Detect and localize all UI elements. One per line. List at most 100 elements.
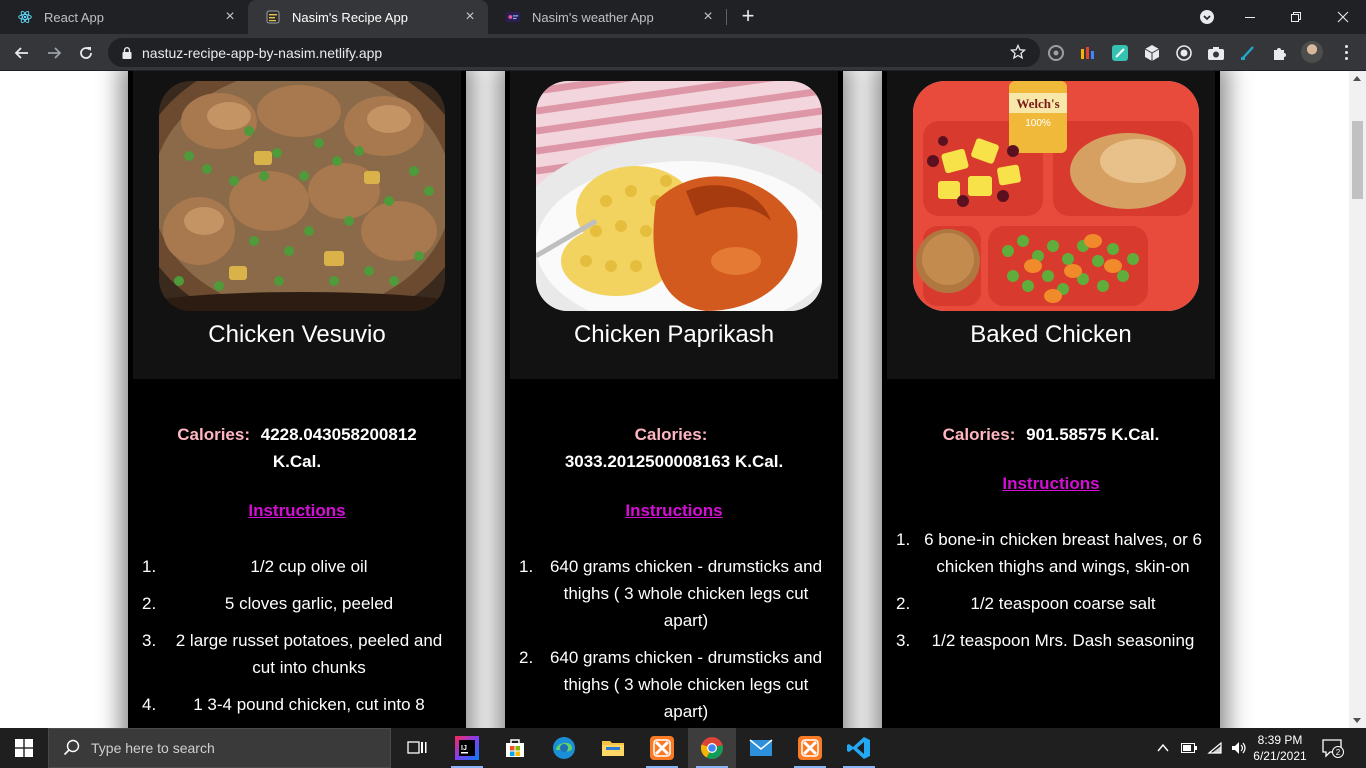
- recipe-card: Chicken Vesuvio Calories: 4228.043058200…: [128, 71, 466, 728]
- camera-icon[interactable]: [1207, 44, 1225, 62]
- xampp-icon: [798, 736, 822, 760]
- close-tab-icon[interactable]: ×: [222, 9, 238, 25]
- intellij-app[interactable]: IJ: [443, 728, 491, 768]
- taskbar-search-input[interactable]: Type here to search: [48, 728, 391, 768]
- search-placeholder: Type here to search: [91, 740, 215, 756]
- recipe-card: Chicken Paprikash Calories: 3033.2012500…: [505, 71, 843, 728]
- list-item: 2. 640 grams chicken - drumsticks and thi…: [519, 648, 823, 721]
- minimize-icon: [1245, 17, 1255, 18]
- calories-label: Calories:: [177, 425, 250, 444]
- ingredients-list: 1. 6 bone-in chicken breast halves, or 6 …: [882, 526, 1220, 654]
- minimize-button[interactable]: [1227, 0, 1273, 34]
- page-viewport: Chicken Vesuvio Calories: 4228.043058200…: [0, 71, 1366, 728]
- instructions-link[interactable]: Instructions: [505, 501, 843, 521]
- list-item: 1. 640 grams chicken - drumsticks and thi…: [519, 557, 823, 630]
- extension-icon[interactable]: [1079, 44, 1097, 62]
- battery-icon[interactable]: [1181, 742, 1197, 754]
- calories: Calories: 4228.043058200812 K.Cal.: [128, 411, 466, 475]
- windows-icon: [15, 739, 33, 757]
- scrollbar-thumb[interactable]: [1352, 121, 1363, 199]
- close-tab-icon[interactable]: ×: [700, 9, 716, 25]
- chevron-down-icon: [1200, 10, 1214, 24]
- recipe-title: Chicken Vesuvio: [208, 321, 386, 348]
- page-scrollbar[interactable]: [1349, 71, 1366, 728]
- recipe-details: Calories: 4228.043058200812 K.Cal. Instr…: [128, 411, 466, 728]
- extension-icon[interactable]: [1047, 44, 1065, 62]
- chrome-icon: [700, 737, 723, 759]
- svg-text:Welch's: Welch's: [1016, 96, 1059, 111]
- address-bar[interactable]: nastuz-recipe-app-by-nasim.netlify.app: [108, 38, 1040, 67]
- task-view-button[interactable]: [393, 728, 441, 768]
- close-window-button[interactable]: [1320, 0, 1366, 34]
- close-tab-icon[interactable]: ×: [462, 9, 478, 25]
- browser-toolbar: nastuz-recipe-app-by-nasim.netlify.app: [0, 34, 1366, 71]
- recipe-title: Chicken Paprikash: [573, 321, 775, 348]
- browser-menu-button[interactable]: [1336, 42, 1356, 62]
- extension-icon[interactable]: [1175, 44, 1193, 62]
- recipe-card-header: Welch's 100% Baked Chicken: [887, 71, 1215, 379]
- recipe-card-header: Chicken Paprikash: [510, 71, 838, 379]
- instructions-link[interactable]: Instructions: [128, 501, 466, 521]
- calories-value: 4228.043058200812 K.Cal.: [260, 425, 417, 471]
- restore-button[interactable]: [1273, 0, 1319, 34]
- instructions-link[interactable]: Instructions: [882, 474, 1220, 494]
- list-item: 1. 6 bone-in chicken breast halves, or 6 …: [896, 530, 1202, 576]
- scroll-up-icon[interactable]: [1353, 76, 1361, 81]
- start-button[interactable]: [0, 728, 48, 768]
- taskbar-clock[interactable]: 8:39 PM 6/21/2021: [1244, 732, 1316, 764]
- svg-text:100%: 100%: [1025, 118, 1051, 129]
- profile-avatar[interactable]: [1301, 41, 1323, 63]
- extension-icon[interactable]: [1111, 44, 1129, 62]
- mail-app[interactable]: [737, 728, 785, 768]
- store-app[interactable]: [491, 728, 539, 768]
- vscode-app[interactable]: [835, 728, 883, 768]
- notification-center-button[interactable]: 2: [1322, 738, 1344, 758]
- recipe-image: Welch's 100%: [913, 81, 1199, 311]
- mail-icon: [749, 739, 773, 756]
- recipe-title: Baked Chicken: [970, 321, 1132, 348]
- list-item: 2. 1/2 teaspoon coarse salt: [896, 594, 1156, 613]
- tab-weather-app[interactable]: Nasim's weather App ×: [488, 0, 726, 34]
- recipe-image: [159, 81, 445, 311]
- back-button[interactable]: [8, 39, 36, 67]
- recipe-favicon: [266, 10, 280, 24]
- edge-app[interactable]: [540, 728, 588, 768]
- recipe-card-header: Chicken Vesuvio: [133, 71, 461, 379]
- close-icon: [1337, 11, 1349, 23]
- arrow-left-icon: [14, 47, 28, 59]
- lock-icon: [122, 46, 132, 59]
- vscode-icon: [847, 737, 870, 759]
- recipe-details: Calories: 901.58575 K.Cal. Instructions …: [882, 411, 1220, 664]
- tab-search-button[interactable]: [1184, 0, 1230, 34]
- reload-icon: [80, 47, 92, 59]
- search-icon: [63, 739, 80, 756]
- tab-react-app[interactable]: React App ×: [0, 0, 248, 34]
- system-tray: [1156, 728, 1247, 768]
- xampp-app[interactable]: [638, 728, 686, 768]
- browser-tab-strip: React App × Nasim's Recipe App × Nasim's…: [0, 0, 1366, 34]
- new-tab-button[interactable]: +: [736, 5, 760, 29]
- xampp-icon: [650, 736, 674, 760]
- calories: Calories: 3033.2012500008163 K.Cal.: [505, 411, 843, 475]
- scroll-down-icon[interactable]: [1353, 718, 1361, 723]
- store-icon: [506, 739, 524, 757]
- xampp-app[interactable]: [786, 728, 834, 768]
- star-icon[interactable]: [1010, 44, 1026, 60]
- tab-recipe-app[interactable]: Nasim's Recipe App ×: [248, 0, 488, 34]
- chrome-app[interactable]: [688, 728, 736, 768]
- weather-favicon: [506, 10, 520, 24]
- extension-icon[interactable]: [1239, 44, 1257, 62]
- list-item: 3. 2 large russet potatoes, peeled and cu…: [142, 631, 443, 677]
- puzzle-icon[interactable]: [1271, 44, 1289, 62]
- wifi-icon[interactable]: [1207, 741, 1223, 755]
- reload-button[interactable]: [72, 39, 100, 67]
- file-explorer-app[interactable]: [589, 728, 637, 768]
- extension-icon[interactable]: [1143, 44, 1161, 62]
- recipe-card: Welch's 100% Baked Chicken Calories: 901…: [882, 71, 1220, 728]
- svg-text:2: 2: [1336, 748, 1341, 757]
- chevron-up-icon[interactable]: [1156, 741, 1170, 755]
- intellij-icon: IJ: [455, 736, 479, 760]
- forward-button[interactable]: [40, 39, 68, 67]
- ingredients-list: 1. 1/2 cup olive oil 2. 5 cloves garlic, p…: [128, 553, 466, 718]
- recipe-image: [536, 81, 822, 311]
